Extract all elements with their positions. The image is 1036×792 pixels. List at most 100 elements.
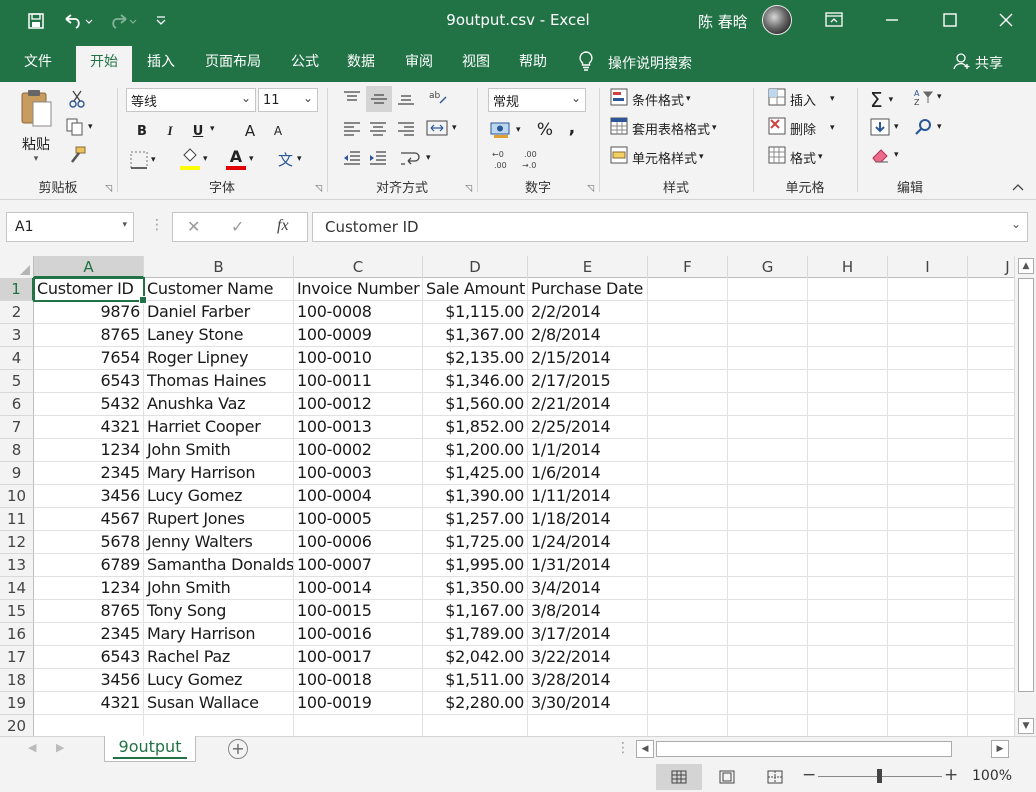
cell-a18[interactable]: 3456 — [34, 669, 144, 692]
cell-h19[interactable] — [808, 692, 888, 715]
cell-h16[interactable] — [808, 623, 888, 646]
cell-a13[interactable]: 6789 — [34, 554, 144, 577]
redo-icon[interactable] — [104, 8, 140, 34]
cell-b8[interactable]: John Smith — [144, 439, 294, 462]
cell-e12[interactable]: 1/24/2014 — [528, 531, 648, 554]
cell-b15[interactable]: Tony Song — [144, 600, 294, 623]
sheet-prev-icon[interactable]: ◀ — [28, 741, 36, 754]
cell-h13[interactable] — [808, 554, 888, 577]
cell-f4[interactable] — [648, 347, 728, 370]
cell-a14[interactable]: 1234 — [34, 577, 144, 600]
cell-d20[interactable] — [423, 715, 528, 736]
share-button[interactable]: 共享 — [953, 44, 1003, 82]
cell-d15[interactable]: $1,167.00 — [423, 600, 528, 623]
cell-a17[interactable]: 6543 — [34, 646, 144, 669]
merge-center-icon[interactable]: ▾ — [426, 116, 466, 140]
percent-button[interactable]: % — [534, 118, 556, 142]
format-cells-button[interactable]: 格式 ▾ — [768, 146, 823, 168]
cell-b1[interactable]: Customer Name — [144, 278, 294, 301]
cell-i7[interactable] — [888, 416, 968, 439]
row-header[interactable]: 15 — [0, 600, 34, 623]
row-header[interactable]: 10 — [0, 485, 34, 508]
insert-cells-button[interactable]: 插入 ▾ — [768, 88, 835, 110]
cut-icon[interactable] — [66, 88, 88, 110]
cell-e15[interactable]: 3/8/2014 — [528, 600, 648, 623]
cell-b10[interactable]: Lucy Gomez — [144, 485, 294, 508]
ribbon-display-icon[interactable] — [810, 0, 858, 40]
cell-i15[interactable] — [888, 600, 968, 623]
font-size-select[interactable]: 11 ⌄ — [258, 88, 318, 112]
formula-bar-grip-icon[interactable]: ⋮ — [150, 217, 164, 233]
column-header-h[interactable]: H — [808, 256, 888, 278]
cell-e3[interactable]: 2/8/2014 — [528, 324, 648, 347]
scroll-right-icon[interactable]: ▶ — [991, 740, 1009, 758]
row-header[interactable]: 13 — [0, 554, 34, 577]
cell-j8[interactable] — [968, 439, 1014, 462]
cell-c19[interactable]: 100-0019 — [294, 692, 423, 715]
cell-j4[interactable] — [968, 347, 1014, 370]
cell-j9[interactable] — [968, 462, 1014, 485]
cell-c2[interactable]: 100-0008 — [294, 301, 423, 324]
cell-d2[interactable]: $1,115.00 — [423, 301, 528, 324]
cell-g11[interactable] — [728, 508, 808, 531]
cell-h8[interactable] — [808, 439, 888, 462]
cell-e13[interactable]: 1/31/2014 — [528, 554, 648, 577]
cell-a9[interactable]: 2345 — [34, 462, 144, 485]
cell-e4[interactable]: 2/15/2014 — [528, 347, 648, 370]
row-header[interactable]: 9 — [0, 462, 34, 485]
cell-c3[interactable]: 100-0009 — [294, 324, 423, 347]
cell-a10[interactable]: 3456 — [34, 485, 144, 508]
cell-g1[interactable] — [728, 278, 808, 301]
cell-g17[interactable] — [728, 646, 808, 669]
vertical-scrollbar[interactable]: ▲ ▼ — [1014, 256, 1036, 736]
cell-b11[interactable]: Rupert Jones — [144, 508, 294, 531]
cell-f7[interactable] — [648, 416, 728, 439]
borders-icon[interactable]: ▾ — [130, 148, 164, 172]
accounting-format-icon[interactable]: ▾ — [490, 118, 530, 142]
cell-j7[interactable] — [968, 416, 1014, 439]
cell-b7[interactable]: Harriet Cooper — [144, 416, 294, 439]
cell-j12[interactable] — [968, 531, 1014, 554]
cell-j1[interactable] — [968, 278, 1014, 301]
cell-g15[interactable] — [728, 600, 808, 623]
cell-h6[interactable] — [808, 393, 888, 416]
cell-b6[interactable]: Anushka Vaz — [144, 393, 294, 416]
cell-d19[interactable]: $2,280.00 — [423, 692, 528, 715]
worksheet-grid[interactable]: A B C D E F G H I J 1 Customer ID Customer… — [0, 256, 1014, 736]
cell-j3[interactable] — [968, 324, 1014, 347]
dialog-launcher-icon[interactable]: ◹ — [587, 184, 594, 194]
cell-j16[interactable] — [968, 623, 1014, 646]
cell-e14[interactable]: 3/4/2014 — [528, 577, 648, 600]
align-middle-icon[interactable] — [366, 86, 392, 112]
cell-d3[interactable]: $1,367.00 — [423, 324, 528, 347]
number-format-select[interactable]: 常规 ⌄ — [488, 88, 586, 112]
undo-icon[interactable] — [60, 8, 96, 34]
cell-h14[interactable] — [808, 577, 888, 600]
wrap-text-icon[interactable]: ▾ — [400, 146, 440, 170]
cell-f17[interactable] — [648, 646, 728, 669]
cell-c14[interactable]: 100-0014 — [294, 577, 423, 600]
tell-me-search[interactable]: 操作说明搜索 — [578, 44, 692, 82]
scroll-left-icon[interactable]: ◀ — [636, 740, 654, 758]
name-box[interactable]: A1 ▾ — [6, 212, 134, 242]
cell-f14[interactable] — [648, 577, 728, 600]
cell-h11[interactable] — [808, 508, 888, 531]
horizontal-scrollbar[interactable]: ◀ ▶ — [636, 739, 1010, 759]
tab-page-layout[interactable]: 页面布局 — [194, 44, 272, 82]
cell-h12[interactable] — [808, 531, 888, 554]
row-header[interactable]: 12 — [0, 531, 34, 554]
cell-g9[interactable] — [728, 462, 808, 485]
cell-e16[interactable]: 3/17/2014 — [528, 623, 648, 646]
cell-d12[interactable]: $1,725.00 — [423, 531, 528, 554]
column-header-e[interactable]: E — [528, 256, 648, 278]
cell-a6[interactable]: 5432 — [34, 393, 144, 416]
cell-b14[interactable]: John Smith — [144, 577, 294, 600]
cell-g10[interactable] — [728, 485, 808, 508]
underline-button[interactable]: U — [188, 120, 208, 142]
cell-i17[interactable] — [888, 646, 968, 669]
cancel-icon[interactable]: ✕ — [187, 217, 200, 236]
cell-f3[interactable] — [648, 324, 728, 347]
tab-help[interactable]: 帮助 — [508, 44, 558, 82]
cell-b12[interactable]: Jenny Walters — [144, 531, 294, 554]
cell-e1[interactable]: Purchase Date — [528, 278, 648, 301]
